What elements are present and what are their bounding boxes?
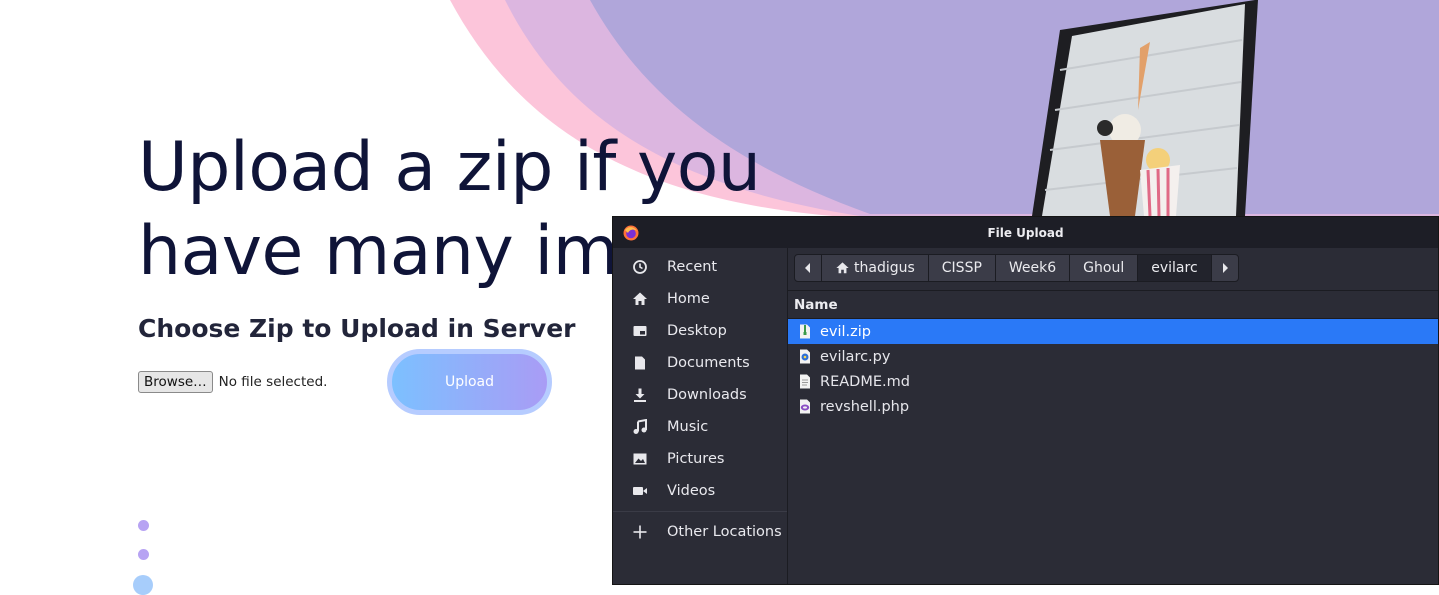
firefox-icon — [623, 225, 639, 241]
file-name: revshell.php — [820, 398, 910, 415]
sidebar-item-music[interactable]: Music — [613, 411, 787, 443]
download-icon — [634, 388, 646, 402]
decorative-dot — [133, 575, 153, 595]
file-row[interactable]: evil.zip — [788, 319, 1438, 344]
sidebar-item-recent[interactable]: Recent — [613, 251, 787, 283]
places-sidebar: Recent Home Desktop Documents Downloads … — [613, 248, 788, 584]
sidebar-item-label: Downloads — [667, 387, 747, 403]
video-icon — [633, 487, 647, 495]
document-icon — [635, 356, 645, 370]
chevron-right-icon — [1222, 263, 1228, 273]
chevron-left-icon — [805, 263, 810, 273]
file-row[interactable]: README.md — [788, 369, 1438, 394]
path-forward-button[interactable] — [1210, 254, 1239, 282]
home-icon — [836, 262, 849, 274]
path-segment[interactable]: CISSP — [927, 254, 996, 282]
desktop-icon — [633, 326, 647, 336]
text-file-icon — [800, 374, 810, 389]
dialog-titlebar[interactable]: File Upload — [613, 217, 1438, 248]
upload-subtitle: Choose Zip to Upload in Server — [138, 314, 576, 343]
file-browser-pane: thadigus CISSP Week6 Ghoul evilarc Name … — [788, 248, 1438, 584]
path-bar: thadigus CISSP Week6 Ghoul evilarc — [794, 254, 1239, 282]
home-icon — [633, 292, 647, 305]
path-segment-label: Ghoul — [1083, 260, 1125, 276]
sidebar-item-label: Home — [667, 291, 710, 307]
laptop-image — [1032, 0, 1258, 216]
column-header-name[interactable]: Name — [788, 290, 1438, 319]
sidebar-item-documents[interactable]: Documents — [613, 347, 787, 379]
path-segment-label: CISSP — [941, 260, 982, 276]
sidebar-item-desktop[interactable]: Desktop — [613, 315, 787, 347]
sidebar-item-label: Desktop — [667, 323, 727, 339]
sidebar-divider — [613, 511, 787, 512]
path-segment-label: evilarc — [1151, 260, 1198, 276]
php-file-icon — [800, 399, 810, 414]
sidebar-item-label: Pictures — [667, 451, 725, 467]
path-segment-home[interactable]: thadigus — [821, 254, 929, 282]
path-segment-label: thadigus — [854, 260, 915, 276]
python-file-icon — [800, 349, 810, 364]
picture-icon — [633, 453, 647, 465]
dialog-title: File Upload — [987, 225, 1064, 240]
sidebar-item-label: Music — [667, 419, 709, 435]
sidebar-item-label: Documents — [667, 355, 750, 371]
path-back-button[interactable] — [794, 254, 822, 282]
sidebar-item-downloads[interactable]: Downloads — [613, 379, 787, 411]
sidebar-item-videos[interactable]: Videos — [613, 475, 787, 507]
sidebar-item-pictures[interactable]: Pictures — [613, 443, 787, 475]
sidebar-item-label: Other Locations — [667, 524, 782, 540]
file-row[interactable]: revshell.php — [788, 394, 1438, 419]
plus-icon — [633, 525, 647, 539]
clock-icon — [633, 260, 647, 274]
file-name: evilarc.py — [820, 348, 891, 365]
zip-file-icon — [800, 324, 810, 339]
file-name: evil.zip — [820, 323, 872, 340]
music-icon — [633, 419, 647, 434]
upload-button[interactable]: Upload — [387, 349, 552, 415]
file-list: evil.zip evilarc.py README.md revshell.p… — [788, 319, 1438, 419]
file-row[interactable]: evilarc.py — [788, 344, 1438, 369]
sidebar-item-other-locations[interactable]: Other Locations — [613, 516, 787, 548]
sidebar-item-label: Recent — [667, 259, 718, 275]
sidebar-item-label: Videos — [667, 483, 716, 499]
file-input[interactable]: Browse… No file selected. — [138, 371, 327, 393]
sidebar-item-home[interactable]: Home — [613, 283, 787, 315]
decorative-dot — [138, 549, 149, 560]
browse-button[interactable]: Browse… — [138, 371, 213, 393]
path-segment-current[interactable]: evilarc — [1137, 254, 1212, 282]
file-status-text: No file selected. — [218, 374, 328, 390]
path-segment-label: Week6 — [1008, 260, 1057, 276]
file-upload-dialog: File Upload Recent Home Desktop Document… — [612, 216, 1439, 585]
path-segment[interactable]: Ghoul — [1069, 254, 1139, 282]
decorative-dot — [138, 520, 149, 531]
file-name: README.md — [820, 373, 910, 390]
path-segment[interactable]: Week6 — [994, 254, 1071, 282]
